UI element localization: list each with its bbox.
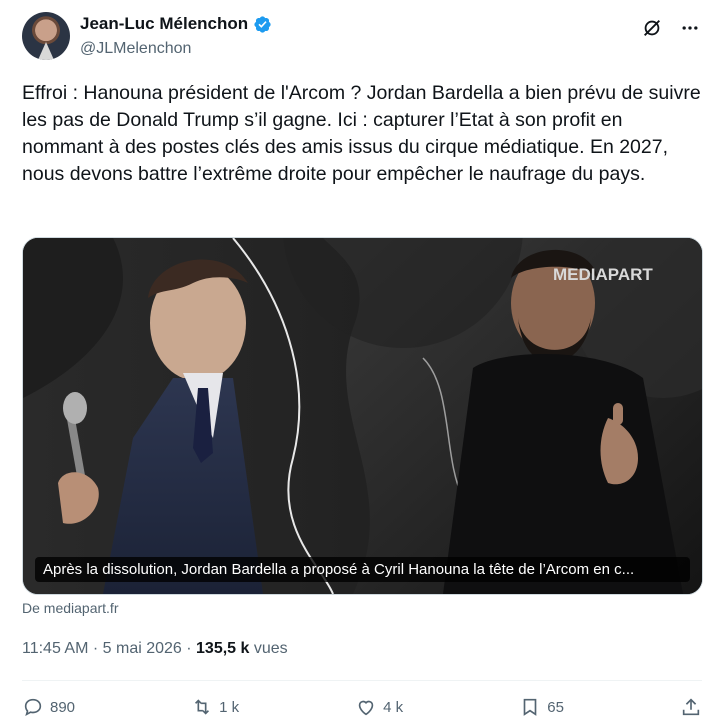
tweet-top-actions [640,16,702,40]
meta-separator: · [88,640,103,657]
author-handle[interactable]: @JLMelenchon [80,40,191,58]
meta-separator-2: · [181,640,197,657]
card-image: MEDIAPART [23,238,702,594]
repost-count: 1 k [219,698,240,716]
share-button[interactable] [680,696,702,718]
like-count: 4 k [383,698,404,716]
reply-button[interactable]: 890 [22,696,75,718]
display-name[interactable]: Jean-Luc Mélenchon [80,14,248,34]
repost-button[interactable]: 1 k [191,696,239,718]
card-watermark: MEDIAPART [553,265,653,284]
tweet-text: Effroi : Hanouna président de l'Arcom ? … [22,82,707,185]
card-source[interactable]: De mediapart.fr [22,600,118,616]
bookmark-icon [523,698,537,716]
link-card[interactable]: MEDIAPART Après la dissolution, Jordan B… [22,237,703,595]
repost-icon [195,699,210,715]
tweet-date[interactable]: 5 mai 2026 [103,640,182,657]
card-caption: Après la dissolution, Jordan Bardella a … [35,557,690,582]
bookmark-count: 65 [547,698,564,716]
avatar[interactable] [22,12,70,60]
like-button[interactable]: 4 k [355,696,403,718]
tweet-time[interactable]: 11:45 AM [22,640,88,657]
more-icon[interactable] [678,16,702,40]
views-count: 135,5 k [196,640,250,657]
author-name-row: Jean-Luc Mélenchon [80,14,272,34]
verified-icon [253,15,272,34]
like-icon [358,700,374,716]
views-label: vues [249,640,288,657]
share-icon [682,698,700,716]
grok-icon[interactable] [640,16,664,40]
divider [22,680,702,681]
tweet-meta: 11:45 AM · 5 mai 2026 · 135,5 k vues [22,640,288,658]
bookmark-button[interactable]: 65 [519,696,564,718]
reply-count: 890 [50,698,76,716]
action-bar: 890 1 k 4 k 65 [22,696,702,718]
reply-icon [24,698,42,716]
